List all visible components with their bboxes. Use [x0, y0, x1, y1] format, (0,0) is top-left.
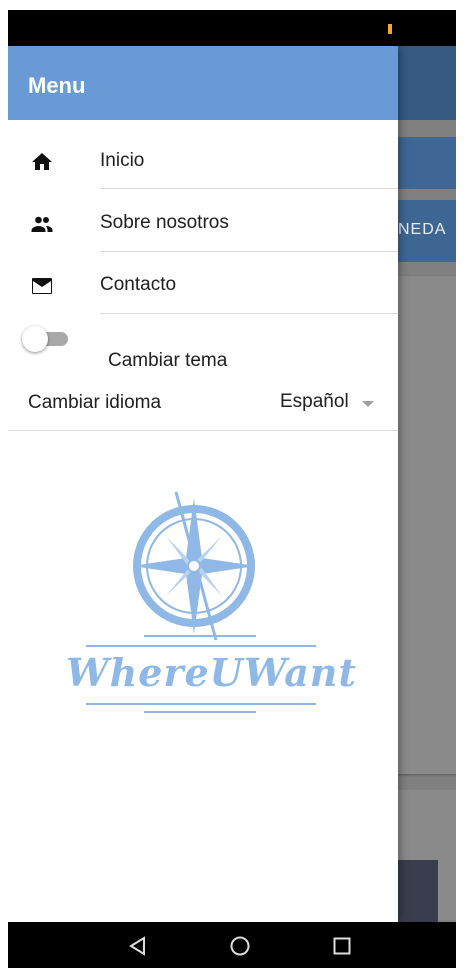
menu-item-sobre-nosotros[interactable]: Sobre nosotros [8, 190, 398, 252]
language-dropdown[interactable]: Español [280, 388, 380, 416]
mail-icon [32, 278, 52, 294]
system-navigation-bar [8, 922, 456, 968]
menu-item-label: Contacto [100, 274, 177, 295]
logo-wordmark: WhereUWant [66, 650, 357, 695]
notification-indicator [388, 24, 392, 34]
theme-toggle-thumb[interactable] [22, 326, 48, 352]
people-icon [31, 216, 53, 232]
divider [100, 313, 398, 314]
theme-toggle-row: Cambiar tema [8, 316, 398, 376]
divider [8, 430, 398, 431]
frame-left [0, 0, 8, 968]
divider [100, 188, 398, 189]
background-button [390, 137, 460, 189]
menu-item-contacto[interactable]: Contacto [8, 252, 398, 314]
background-tab-label: NEDA [398, 221, 447, 238]
language-selected-value: Español [280, 391, 349, 412]
drawer-title: Menu [28, 73, 86, 98]
menu-item-label: Sobre nosotros [100, 212, 229, 233]
navigation-drawer: Menu Inicio Sobre nosotros Contacto Camb… [8, 46, 398, 922]
back-icon[interactable] [126, 934, 150, 958]
wherеuwant-logo: WhereUWant [66, 486, 357, 716]
frame-top [0, 0, 464, 10]
menu-item-label: Inicio [100, 150, 145, 171]
status-bar [8, 10, 456, 46]
recents-icon[interactable] [330, 934, 354, 958]
theme-toggle-label: Cambiar tema [108, 350, 228, 371]
drawer-header: Menu [8, 46, 398, 120]
menu-item-inicio[interactable]: Inicio [8, 128, 398, 190]
background-card [390, 276, 458, 774]
language-label: Cambiar idioma [28, 392, 162, 413]
home-icon [32, 153, 52, 170]
frame-right [456, 0, 464, 968]
dropdown-caret-icon [362, 401, 374, 407]
language-row: Cambiar idioma Español [8, 376, 398, 432]
home-circle-icon[interactable] [228, 934, 252, 958]
background-app-bar [390, 46, 456, 120]
